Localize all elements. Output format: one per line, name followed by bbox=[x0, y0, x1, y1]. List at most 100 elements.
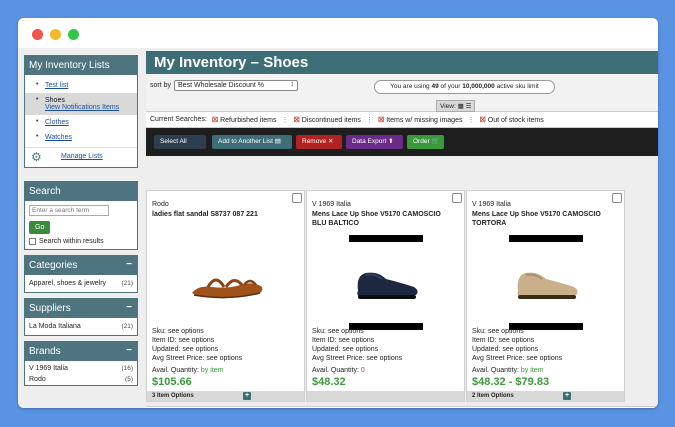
brands-panel: Brands − V 1969 Italia (16) Rodo (5) bbox=[24, 341, 138, 386]
facet-item[interactable]: Apparel, shoes & jewelry (21) bbox=[25, 275, 137, 292]
expand-options-icon[interactable]: + bbox=[563, 392, 571, 400]
search-filter-chip[interactable]: ☒ Out of stock items bbox=[479, 116, 543, 124]
select-product-checkbox[interactable] bbox=[452, 193, 462, 203]
product-sku: Sku: see options bbox=[152, 328, 204, 335]
product-name[interactable]: Mens Lace Up Shoe V5170 CAMOSCIO TORTORA bbox=[472, 210, 612, 228]
select-all-button[interactable]: Select All bbox=[154, 135, 206, 149]
sort-toolbar: sort by Best Wholesale Discount % You ar… bbox=[146, 74, 658, 112]
list-view-icon[interactable]: ☰ bbox=[466, 103, 472, 110]
remove-filter-icon[interactable]: ☒ bbox=[212, 117, 218, 124]
product-updated: Updated: see options bbox=[312, 346, 379, 353]
facet-label: Apparel, shoes & jewelry bbox=[29, 280, 107, 287]
product-item-id: Item ID: see options bbox=[312, 337, 375, 344]
search-filter-chip[interactable]: ☒ Refurbished items bbox=[212, 116, 277, 124]
collapse-icon[interactable]: − bbox=[126, 259, 132, 270]
remove-button[interactable]: Remove ✕ bbox=[296, 135, 342, 149]
browser-window: My Inventory Lists Test list Shoes View … bbox=[18, 18, 658, 408]
inventory-lists-panel: My Inventory Lists Test list Shoes View … bbox=[24, 55, 138, 168]
product-image[interactable] bbox=[507, 243, 587, 323]
collapse-icon[interactable]: − bbox=[126, 302, 132, 313]
product-image[interactable] bbox=[347, 243, 427, 323]
main-area: My Inventory – Shoes sort by Best Wholes… bbox=[146, 51, 658, 408]
item-options-bar[interactable]: 2 Item Options + bbox=[467, 391, 624, 401]
search-filter-chip[interactable]: ☒ Discontinued items bbox=[294, 116, 361, 124]
search-filter-chip[interactable]: ☒ Items w/ missing images bbox=[378, 116, 463, 124]
search-panel: Search Go Search within results bbox=[24, 181, 138, 250]
tan-shoe-image bbox=[517, 272, 578, 299]
product-item-id: Item ID: see options bbox=[472, 337, 535, 344]
product-updated: Updated: see options bbox=[472, 346, 539, 353]
search-within-checkbox[interactable] bbox=[29, 238, 36, 245]
item-options-bar[interactable]: 3 Item Options + bbox=[147, 391, 304, 401]
usage-suffix: active sku limit bbox=[496, 83, 539, 90]
facet-item[interactable]: La Moda Italiana (21) bbox=[25, 318, 137, 335]
list-icon: ▤ bbox=[274, 138, 281, 145]
sort-label: sort by bbox=[150, 82, 172, 89]
product-card[interactable]: V 1969 Italia Mens Lace Up Shoe V5170 CA… bbox=[466, 190, 625, 402]
current-searches-label: Current Searches: bbox=[150, 116, 207, 123]
go-button[interactable]: Go bbox=[29, 221, 51, 234]
select-product-checkbox[interactable] bbox=[612, 193, 622, 203]
add-to-list-button[interactable]: Add to Another List ▤ bbox=[212, 135, 292, 149]
usage-middle: of your bbox=[440, 83, 461, 90]
product-name[interactable]: ladies flat sandal S8737 087 221 bbox=[152, 210, 292, 219]
product-name[interactable]: Mens Lace Up Shoe V5170 CAMOSCIO BLU BAL… bbox=[312, 210, 452, 228]
remove-filter-icon[interactable]: ☒ bbox=[294, 117, 300, 124]
facet-item[interactable]: V 1969 Italia (16) bbox=[25, 361, 137, 374]
sandal-image bbox=[192, 278, 263, 299]
current-searches-bar: Current Searches: ☒ Refurbished items ⋮ ☒… bbox=[146, 112, 658, 128]
collapse-icon[interactable]: − bbox=[126, 345, 132, 356]
product-availability: Avail. Quantity: by item bbox=[472, 367, 544, 374]
window-titlebar bbox=[18, 18, 658, 48]
export-icon: ⬆ bbox=[388, 138, 394, 145]
inventory-lists-title: My Inventory Lists bbox=[25, 56, 137, 75]
remove-filter-icon[interactable]: ☒ bbox=[378, 117, 384, 124]
view-toggle[interactable]: View: ▦ ☰ bbox=[436, 100, 476, 112]
sidebar-item-shoes[interactable]: Shoes View Notifications Items bbox=[25, 93, 137, 115]
categories-title: Categories bbox=[29, 260, 78, 271]
sidebar-item-label[interactable]: Clothes bbox=[45, 119, 69, 126]
product-updated: Updated: see options bbox=[152, 346, 219, 353]
facet-count: (21) bbox=[121, 323, 133, 330]
search-input[interactable] bbox=[29, 205, 109, 216]
sidebar-item-watches[interactable]: Watches bbox=[25, 130, 137, 145]
data-export-button[interactable]: Data Export ⬆ bbox=[346, 135, 403, 149]
maximize-window-button[interactable] bbox=[68, 29, 79, 40]
blue-shoe-image bbox=[357, 272, 418, 299]
view-notifications-link[interactable]: View Notifications Items bbox=[45, 104, 133, 111]
manage-lists-link[interactable]: Manage Lists bbox=[61, 153, 103, 160]
product-image[interactable] bbox=[187, 243, 267, 323]
expand-options-icon[interactable]: + bbox=[243, 392, 251, 400]
product-brand: Rodo bbox=[152, 201, 169, 208]
usage-prefix: You are using bbox=[390, 83, 430, 90]
cart-icon: 🛒 bbox=[431, 138, 440, 145]
sort-select[interactable]: Best Wholesale Discount % bbox=[174, 80, 299, 91]
select-product-checkbox[interactable] bbox=[292, 193, 302, 203]
minimize-window-button[interactable] bbox=[50, 29, 61, 40]
image-border-top bbox=[349, 235, 423, 242]
sidebar-item-label[interactable]: Test list bbox=[45, 82, 68, 89]
page-title: My Inventory – Shoes bbox=[146, 51, 658, 74]
order-button[interactable]: Order 🛒 bbox=[407, 135, 444, 149]
sidebar-item-label[interactable]: Watches bbox=[45, 134, 72, 141]
close-window-button[interactable] bbox=[32, 29, 43, 40]
facet-label: La Moda Italiana bbox=[29, 323, 81, 330]
availability-value: 0 bbox=[360, 367, 365, 374]
product-availability: Avail. Quantity: by item bbox=[152, 367, 224, 374]
product-card[interactable]: Rodo ladies flat sandal S8737 087 221 Sk… bbox=[146, 190, 305, 402]
facet-item[interactable]: Rodo (5) bbox=[25, 374, 137, 385]
product-grid: Rodo ladies flat sandal S8737 087 221 Sk… bbox=[146, 190, 626, 402]
sidebar-item-clothes[interactable]: Clothes bbox=[25, 115, 137, 130]
usage-used: 49 bbox=[431, 83, 439, 90]
product-avg-price: Avg Street Price: see options bbox=[312, 355, 403, 362]
product-brand: V 1969 Italia bbox=[472, 201, 511, 208]
product-card[interactable]: V 1969 Italia Mens Lace Up Shoe V5170 CA… bbox=[306, 190, 465, 402]
action-bar: Select All Add to Another List ▤ Remove … bbox=[146, 128, 658, 156]
grid-view-icon[interactable]: ▦ bbox=[458, 103, 464, 110]
inventory-list: Test list Shoes View Notifications Items… bbox=[25, 75, 137, 147]
facet-count: (21) bbox=[121, 280, 133, 287]
usage-limit: 10,000,000 bbox=[462, 83, 495, 90]
sidebar-item-test-list[interactable]: Test list bbox=[25, 78, 137, 93]
categories-panel: Categories − Apparel, shoes & jewelry (2… bbox=[24, 255, 138, 293]
remove-filter-icon[interactable]: ☒ bbox=[479, 117, 485, 124]
